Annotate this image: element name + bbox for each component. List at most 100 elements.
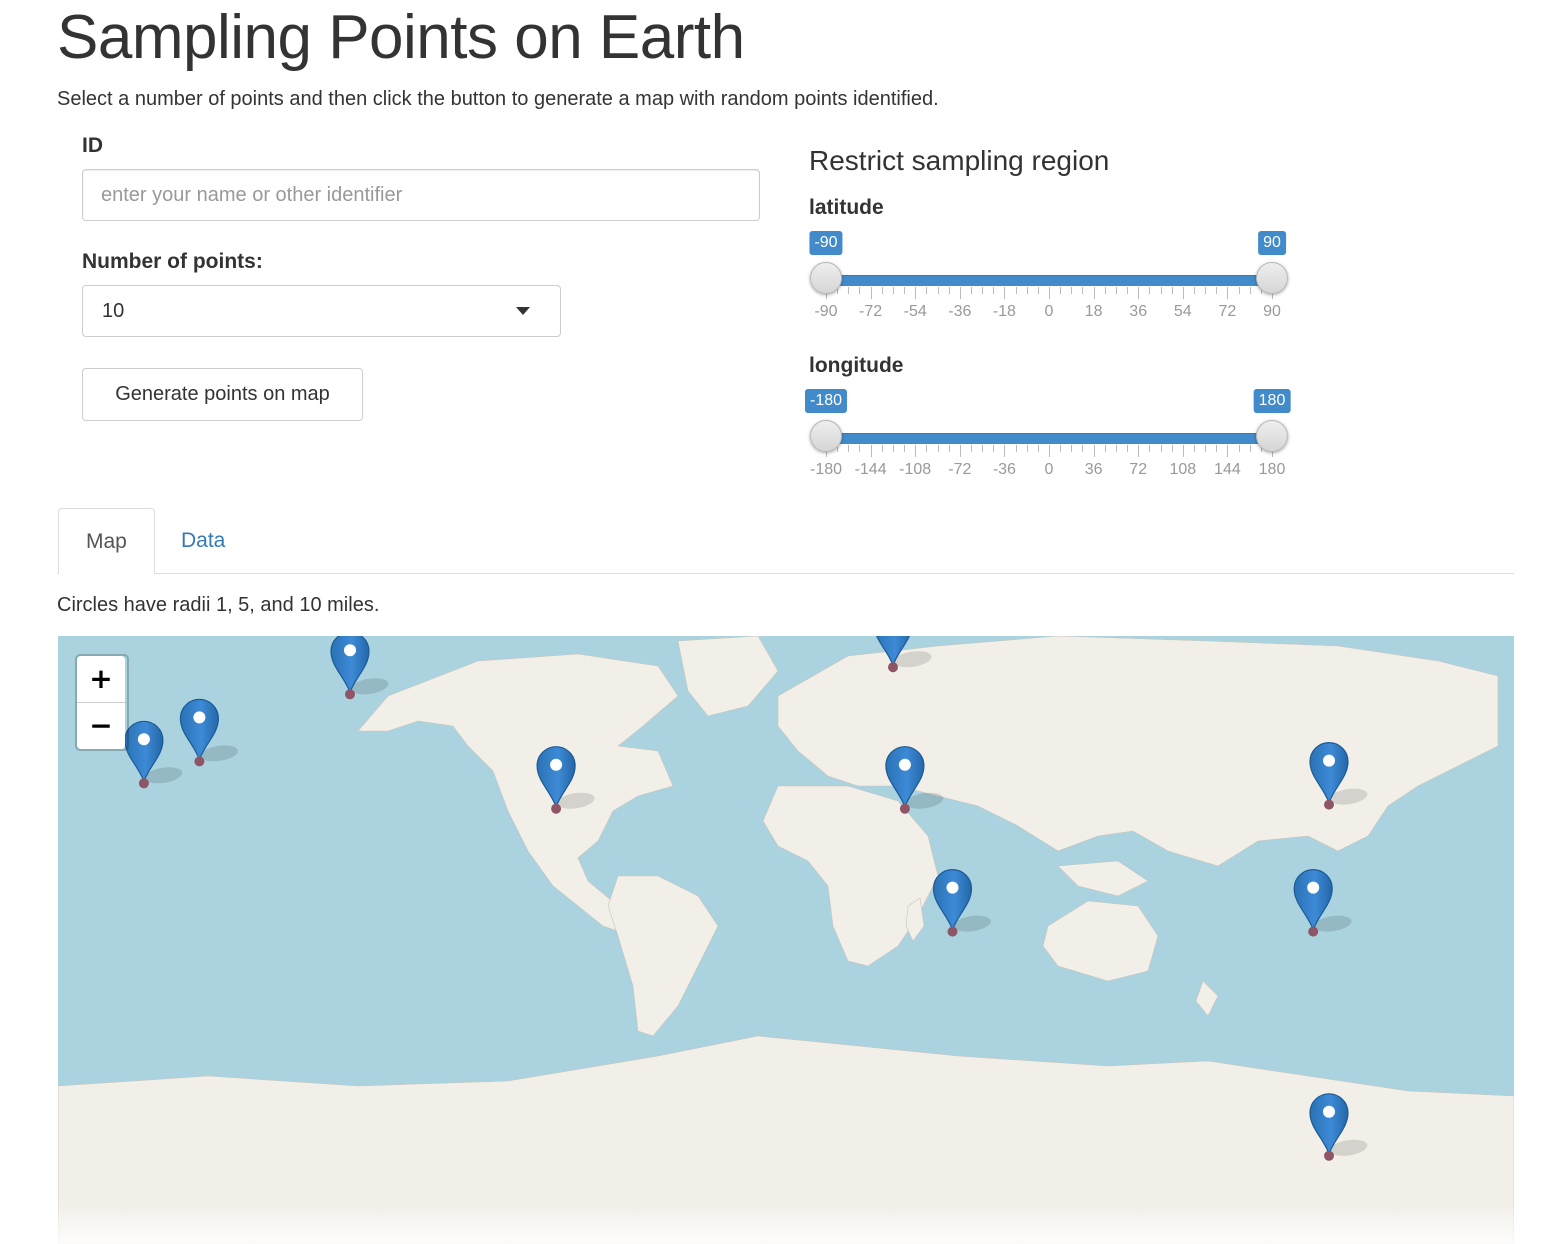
- latitude-minor-tick: [1127, 287, 1129, 294]
- latitude-major-tick: [1182, 287, 1184, 299]
- longitude-from-handle[interactable]: [810, 420, 842, 452]
- longitude-tick-label: -180: [809, 461, 843, 478]
- latitude-minor-tick: [970, 287, 972, 294]
- tab-data[interactable]: Data: [154, 508, 252, 573]
- longitude-ticks: [826, 445, 1273, 459]
- latitude-minor-tick: [1149, 287, 1151, 294]
- map-marker-icon[interactable]: [932, 869, 996, 937]
- latitude-to-handle[interactable]: [1256, 262, 1288, 294]
- zoom-out-button[interactable]: −: [77, 703, 125, 749]
- longitude-tick-label: -72: [948, 461, 972, 478]
- longitude-minor-tick: [937, 445, 939, 452]
- longitude-slider-bar[interactable]: [826, 433, 1272, 444]
- latitude-minor-tick: [982, 287, 984, 294]
- latitude-tick-label: -72: [859, 303, 883, 320]
- latitude-minor-tick: [881, 287, 883, 294]
- longitude-minor-tick: [1071, 445, 1073, 452]
- latitude-slider[interactable]: -90 90 -90 -72 -54 -36 -18 0 18 36 54 72 90: [800, 231, 1300, 337]
- latitude-minor-tick: [1193, 287, 1195, 294]
- longitude-major-tick: [959, 445, 961, 457]
- longitude-to-handle[interactable]: [1256, 420, 1288, 452]
- longitude-minor-tick: [926, 445, 928, 452]
- latitude-tick-label: 90: [1263, 303, 1281, 320]
- longitude-minor-tick: [1115, 445, 1117, 452]
- longitude-minor-tick: [881, 445, 883, 452]
- longitude-to-value: 180: [1253, 389, 1291, 413]
- longitude-minor-tick: [1216, 445, 1218, 452]
- longitude-minor-tick: [1082, 445, 1084, 452]
- longitude-tick-label: 36: [1084, 461, 1103, 478]
- latitude-minor-tick: [892, 287, 894, 294]
- zoom-control: + −: [75, 654, 129, 751]
- latitude-minor-tick: [926, 287, 928, 294]
- latitude-major-tick: [1004, 287, 1006, 299]
- latitude-tick-label: 36: [1129, 303, 1148, 320]
- page: Sampling Points on Earth Select a number…: [0, 0, 1546, 1244]
- latitude-tick-label: 0: [1044, 303, 1054, 320]
- longitude-minor-tick: [1205, 445, 1207, 452]
- longitude-tick-label: 144: [1214, 461, 1241, 478]
- longitude-slider[interactable]: -180 180 -180 -144 -108 -72 -36 0 36 72 108 144 18…: [800, 389, 1300, 495]
- latitude-from-handle[interactable]: [810, 262, 842, 294]
- longitude-minor-tick: [1149, 445, 1151, 452]
- map-marker-icon[interactable]: [1293, 869, 1356, 937]
- latitude-minor-tick: [1082, 287, 1084, 294]
- region-title: Restrict sampling region: [809, 145, 1110, 176]
- landmasses: [58, 636, 1514, 1244]
- longitude-label: longitude: [809, 354, 904, 377]
- longitude-major-tick: [1182, 445, 1184, 457]
- longitude-major-tick: [1093, 445, 1095, 457]
- latitude-from-value: -90: [809, 231, 843, 255]
- longitude-major-tick: [1004, 445, 1006, 457]
- longitude-minor-tick: [970, 445, 972, 452]
- latitude-minor-tick: [848, 287, 850, 294]
- latitude-tick-label: -36: [948, 303, 972, 320]
- latitude-minor-tick: [1115, 287, 1117, 294]
- latitude-major-tick: [1138, 287, 1140, 299]
- latitude-minor-tick: [1060, 287, 1062, 294]
- map-marker-icon[interactable]: [124, 720, 187, 789]
- latitude-to-value: 90: [1258, 231, 1286, 255]
- latitude-minor-tick: [993, 287, 995, 294]
- map-canvas: [58, 636, 1514, 1244]
- latitude-label: latitude: [809, 196, 884, 219]
- longitude-minor-tick: [892, 445, 894, 452]
- intro-text: Select a number of points and then click…: [57, 88, 939, 110]
- longitude-tick-label: 108: [1169, 461, 1197, 478]
- latitude-minor-tick: [1026, 287, 1028, 294]
- id-input[interactable]: [82, 169, 760, 221]
- longitude-minor-tick: [1160, 445, 1162, 452]
- map-marker-icon[interactable]: [179, 698, 242, 767]
- latitude-minor-tick: [1249, 287, 1251, 294]
- points-select[interactable]: 10: [82, 285, 561, 337]
- longitude-tick-label: 72: [1129, 461, 1148, 478]
- longitude-tick-label: 0: [1044, 461, 1054, 478]
- latitude-minor-tick: [1037, 287, 1039, 294]
- zoom-in-button[interactable]: +: [77, 656, 125, 703]
- longitude-tick-label: 180: [1258, 461, 1286, 478]
- world-map[interactable]: + −: [58, 636, 1514, 1244]
- generate-button[interactable]: Generate points on map: [82, 368, 363, 421]
- latitude-major-tick: [1049, 287, 1050, 299]
- map-caption: Circles have radii 1, 5, and 10 miles.: [57, 594, 380, 616]
- latitude-minor-tick: [1171, 287, 1173, 294]
- latitude-minor-tick: [1216, 287, 1218, 294]
- longitude-minor-tick: [1238, 445, 1240, 452]
- latitude-minor-tick: [1071, 287, 1073, 294]
- map-marker-icon[interactable]: [330, 636, 393, 700]
- points-label: Number of points:: [82, 250, 263, 273]
- longitude-minor-tick: [1026, 445, 1028, 452]
- chevron-down-icon: [516, 307, 530, 315]
- longitude-minor-tick: [1104, 445, 1106, 452]
- longitude-minor-tick: [1171, 445, 1173, 452]
- longitude-minor-tick: [1060, 445, 1062, 452]
- longitude-major-tick: [1227, 445, 1229, 457]
- latitude-major-tick: [1093, 287, 1095, 299]
- tab-map[interactable]: Map: [58, 508, 155, 574]
- longitude-minor-tick: [1127, 445, 1129, 452]
- latitude-minor-tick: [1015, 287, 1017, 294]
- latitude-slider-bar[interactable]: [826, 275, 1272, 286]
- longitude-minor-tick: [993, 445, 995, 452]
- id-label: ID: [82, 134, 103, 157]
- longitude-major-tick: [870, 445, 872, 457]
